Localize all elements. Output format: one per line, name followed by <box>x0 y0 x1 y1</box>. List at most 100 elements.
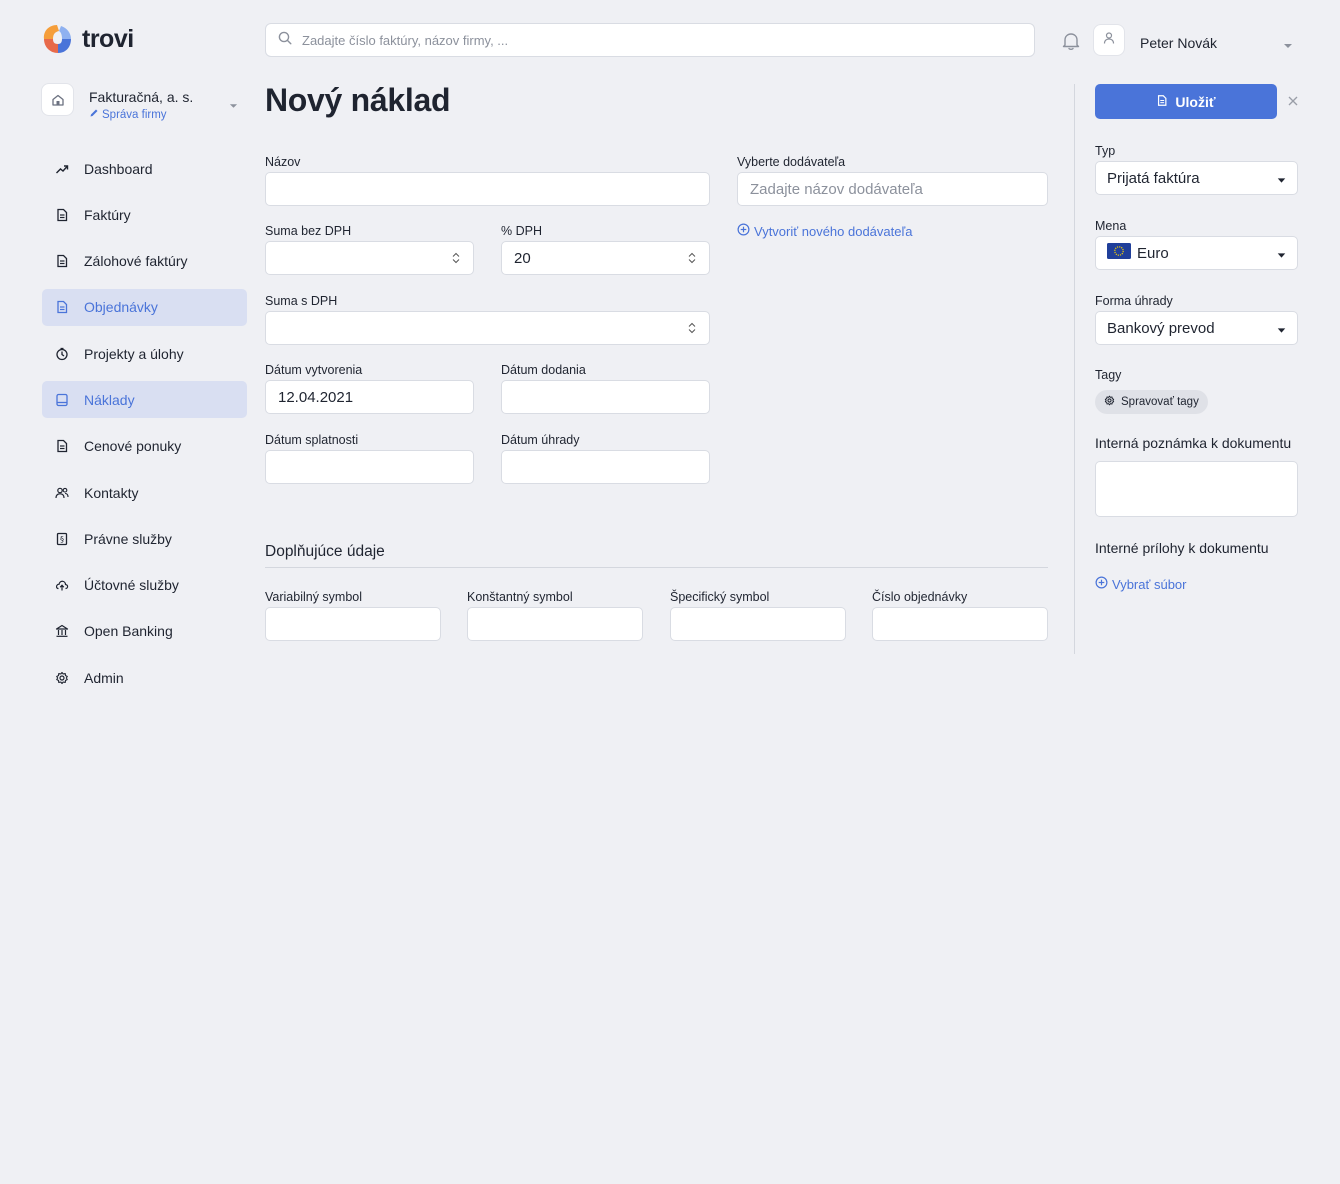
created-date-input[interactable] <box>278 388 461 406</box>
stepper-icon[interactable] <box>687 321 697 335</box>
sidebar-item-cenove-ponuky[interactable]: Cenové ponuky <box>42 428 247 465</box>
manage-tags-button[interactable]: Spravovať tagy <box>1095 390 1208 414</box>
sidebar-item-admin[interactable]: Admin <box>42 659 247 696</box>
trovi-logo-icon <box>40 22 74 56</box>
sidebar-item-open-banking[interactable]: Open Banking <box>42 613 247 650</box>
amount-net-input[interactable] <box>278 249 451 267</box>
delivery-date-label: Dátum dodania <box>501 363 586 377</box>
constant-symbol-input[interactable] <box>480 615 630 633</box>
vat-field[interactable] <box>501 241 710 275</box>
section-divider <box>265 567 1048 568</box>
sidebar-item-label: Kontakty <box>84 484 139 501</box>
paid-date-field[interactable] <box>501 450 710 484</box>
people-icon <box>54 485 70 501</box>
amount-net-field[interactable] <box>265 241 474 275</box>
user-avatar[interactable] <box>1093 24 1125 56</box>
caret-down-icon <box>1277 245 1286 262</box>
payment-select[interactable]: Bankový prevod <box>1095 311 1298 345</box>
stepper-icon[interactable] <box>451 251 461 265</box>
document-icon <box>1156 94 1168 110</box>
sidebar-item-uctovne-sluzby[interactable]: Účtovné služby <box>42 567 247 604</box>
timer-icon <box>54 346 70 362</box>
amount-gross-input[interactable] <box>278 319 687 337</box>
user-name[interactable]: Peter Novák <box>1140 35 1217 51</box>
created-date-field[interactable] <box>265 380 474 414</box>
brand-logo[interactable]: trovi <box>40 22 134 56</box>
created-date-label: Dátum vytvorenia <box>265 363 363 377</box>
sidebar-item-label: Dashboard <box>84 160 153 177</box>
document-icon <box>54 253 70 269</box>
vat-input[interactable] <box>514 249 687 267</box>
name-input[interactable] <box>278 180 697 198</box>
delivery-date-field[interactable] <box>501 380 710 414</box>
variable-symbol-label: Variabilný symbol <box>265 590 363 604</box>
close-icon[interactable] <box>1287 94 1299 112</box>
choose-file-label: Vybrať súbor <box>1112 576 1187 592</box>
sidebar-item-naklady[interactable]: Náklady <box>42 381 247 419</box>
currency-select[interactable]: Euro <box>1095 236 1298 270</box>
sidebar-item-label: Náklady <box>84 391 135 408</box>
sidebar-item-pravne-sluzby[interactable]: § Právne služby <box>42 520 247 557</box>
order-number-input[interactable] <box>885 615 1035 633</box>
global-search[interactable] <box>265 23 1035 57</box>
specific-symbol-label: Špecifický symbol <box>670 590 770 604</box>
company-manage-link[interactable]: Správa firmy <box>89 108 167 121</box>
pencil-icon <box>89 108 99 121</box>
note-field[interactable] <box>1095 461 1298 517</box>
choose-file-link[interactable]: Vybrať súbor <box>1095 576 1186 592</box>
order-number-label: Číslo objednávky <box>872 590 968 604</box>
eu-flag-icon <box>1107 243 1131 263</box>
specific-symbol-field[interactable] <box>670 607 846 641</box>
supplier-input[interactable] <box>750 180 1035 198</box>
variable-symbol-field[interactable] <box>265 607 441 641</box>
amount-gross-label: Suma s DPH <box>265 294 338 308</box>
sidebar-item-zalohove-faktury[interactable]: Zálohové faktúry <box>42 243 247 280</box>
chevron-down-icon[interactable] <box>229 96 238 114</box>
caret-down-icon <box>1277 320 1286 337</box>
user-icon <box>1102 31 1116 50</box>
create-supplier-label: Vytvoriť nového dodávateľa <box>754 223 913 239</box>
save-button[interactable]: Uložiť <box>1095 84 1277 119</box>
tray-icon <box>54 392 70 408</box>
sidebar-item-kontakty[interactable]: Kontakty <box>42 474 247 511</box>
company-name[interactable]: Fakturačná, a. s. <box>89 89 193 105</box>
save-button-label: Uložiť <box>1175 93 1216 110</box>
amount-gross-field[interactable] <box>265 311 710 345</box>
note-textarea[interactable] <box>1096 462 1297 516</box>
bell-icon[interactable] <box>1060 30 1082 57</box>
note-label: Interná poznámka k dokumentu <box>1095 435 1292 451</box>
sidebar-item-projekty[interactable]: Projekty a úlohy <box>42 335 247 372</box>
sidebar-item-objednavky[interactable]: Objednávky <box>42 288 247 326</box>
search-input[interactable] <box>302 32 1034 48</box>
name-label: Názov <box>265 155 301 169</box>
sidebar-item-label: Účtovné služby <box>84 577 179 594</box>
type-select[interactable]: Prijatá faktúra <box>1095 161 1298 195</box>
amount-net-label: Suma bez DPH <box>265 224 352 238</box>
sidebar-item-label: Admin <box>84 669 124 686</box>
order-number-field[interactable] <box>872 607 1048 641</box>
plus-circle-icon <box>1095 576 1108 592</box>
supplier-field[interactable] <box>737 172 1048 206</box>
paid-date-input[interactable] <box>514 458 697 476</box>
delivery-date-input[interactable] <box>514 388 697 406</box>
brand-name: trovi <box>82 24 134 53</box>
variable-symbol-input[interactable] <box>278 615 428 633</box>
sidebar-item-label: Faktúry <box>84 206 131 223</box>
payment-select-value: Bankový prevod <box>1107 319 1215 337</box>
constant-symbol-field[interactable] <box>467 607 643 641</box>
chevron-down-icon[interactable] <box>1283 36 1293 54</box>
due-date-input[interactable] <box>278 458 461 476</box>
sidebar-item-dashboard[interactable]: Dashboard <box>42 150 247 187</box>
vat-label: % DPH <box>501 224 542 238</box>
stepper-icon[interactable] <box>687 251 697 265</box>
sidebar-item-faktury[interactable]: Faktúry <box>42 196 247 233</box>
sidebar-item-label: Objednávky <box>84 299 158 316</box>
create-supplier-link[interactable]: Vytvoriť nového dodávateľa <box>737 223 913 239</box>
company-home-icon[interactable] <box>41 83 74 116</box>
currency-label: Mena <box>1095 219 1127 233</box>
name-field[interactable] <box>265 172 710 206</box>
specific-symbol-input[interactable] <box>683 615 833 633</box>
tags-label: Tagy <box>1095 368 1122 382</box>
gear-icon <box>1104 395 1115 409</box>
due-date-field[interactable] <box>265 450 474 484</box>
